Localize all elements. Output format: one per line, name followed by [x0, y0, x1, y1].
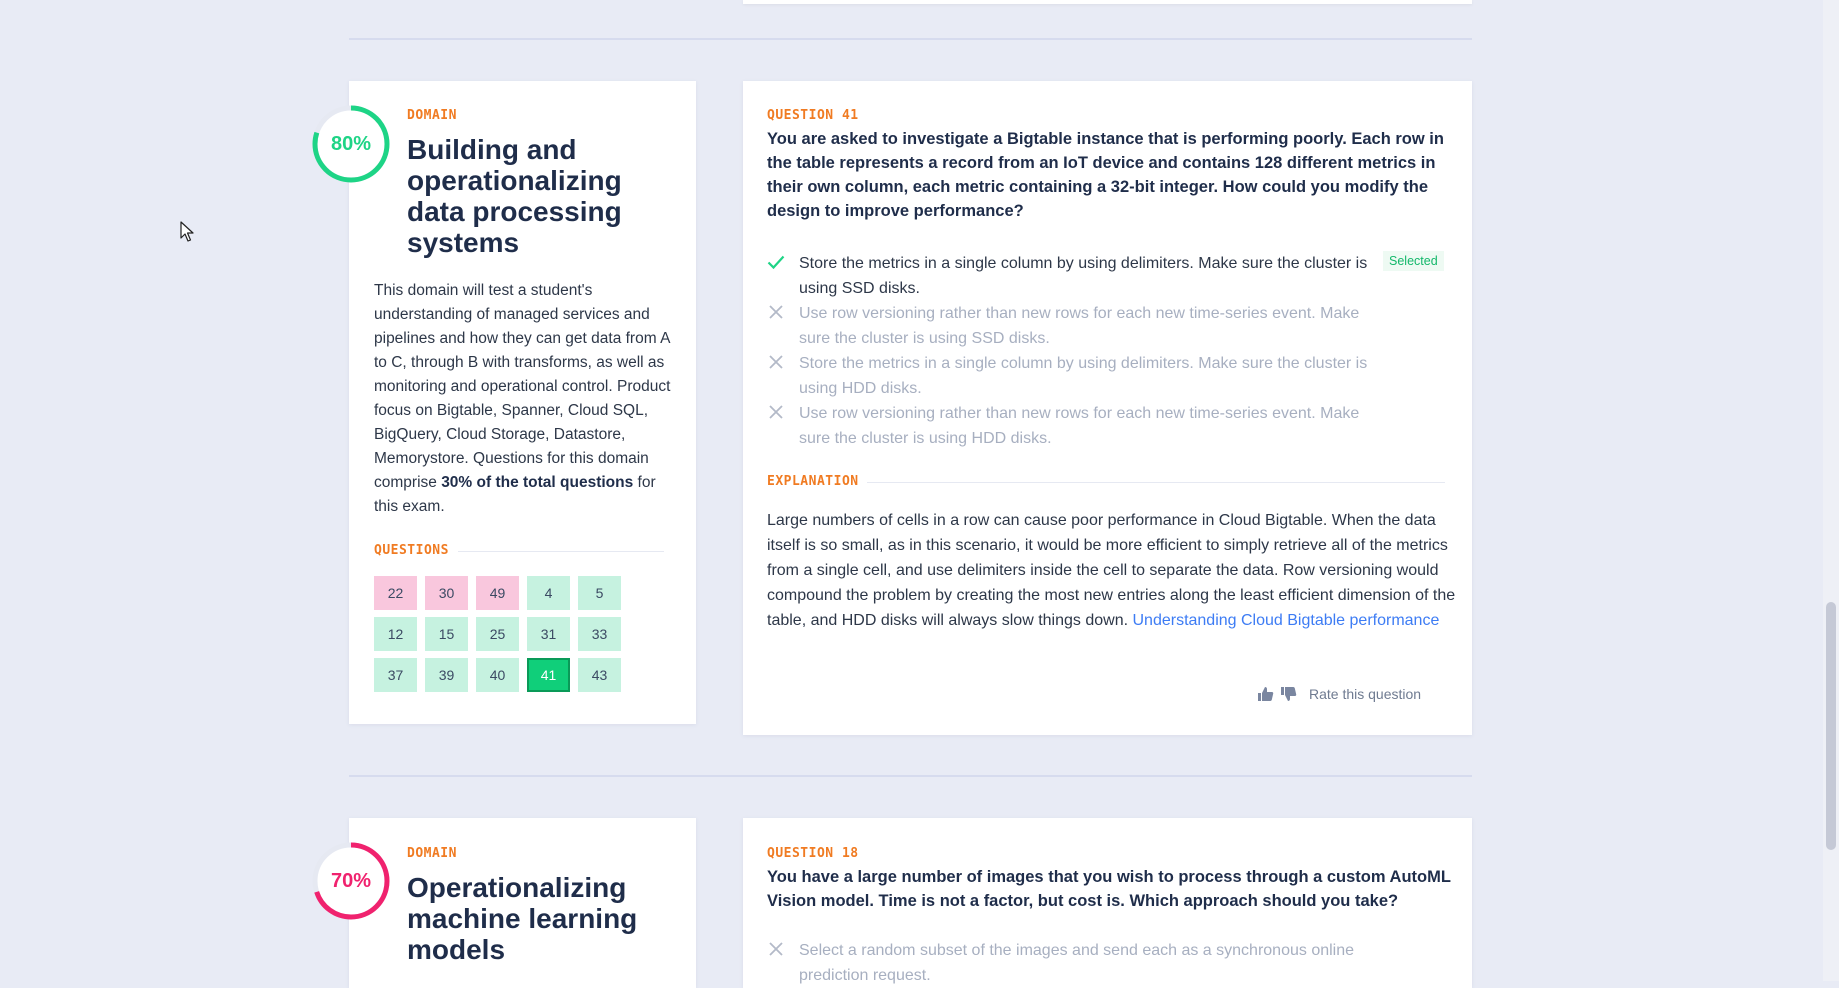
domain-score-ring: 70% — [311, 841, 391, 921]
question-nav-item[interactable]: 39 — [425, 658, 468, 692]
x-icon — [767, 303, 785, 321]
explanation-rule — [867, 482, 1445, 483]
domain-title: Building and operationalizing data proce… — [407, 134, 622, 258]
question-nav-item[interactable]: 41 — [527, 658, 570, 692]
answer-option-text: Use row versioning rather than new rows … — [799, 305, 1360, 347]
explanation-text: Large numbers of cells in a row can caus… — [767, 512, 1456, 629]
x-icon — [767, 353, 785, 371]
section-divider — [349, 38, 1472, 40]
question-nav-item[interactable]: 37 — [374, 658, 417, 692]
x-icon — [767, 940, 785, 958]
mouse-cursor-icon — [180, 221, 194, 242]
domain-description: This domain will test a student's unders… — [374, 282, 671, 515]
rate-question: Rate this question — [1257, 686, 1421, 702]
question-nav-item[interactable]: 40 — [476, 658, 519, 692]
answer-option-text: Use row versioning rather than new rows … — [799, 405, 1360, 447]
explanation-link[interactable]: Understanding Cloud Bigtable performance — [1132, 612, 1439, 629]
question-nav-item[interactable]: 31 — [527, 617, 570, 651]
previous-question-card-edge — [743, 0, 1472, 4]
answer-option-text: Store the metrics in a single column by … — [799, 355, 1368, 397]
answer-option[interactable]: Use row versioning rather than new rows … — [767, 301, 1367, 347]
answer-option[interactable]: Store the metrics in a single column by … — [767, 251, 1367, 297]
rate-question-label[interactable]: Rate this question — [1309, 686, 1421, 702]
question-nav-item[interactable]: 15 — [425, 617, 468, 651]
question-nav-item[interactable]: 43 — [578, 658, 621, 692]
question-navigator: 22 30 49 4 5 12 15 25 31 33 37 39 40 41 43 — [374, 576, 621, 692]
question-number: QUESTION 18 — [767, 846, 859, 861]
questions-label: QUESTIONS — [374, 543, 449, 558]
question-nav-item[interactable]: 30 — [425, 576, 468, 610]
question-number: QUESTION 41 — [767, 108, 859, 123]
question-text: You have a large number of images that y… — [767, 868, 1451, 910]
question-nav-item[interactable]: 12 — [374, 617, 417, 651]
domain-weight: 30% of the total questions — [441, 474, 634, 491]
domain-score-ring: 80% — [311, 104, 391, 184]
answer-option-text: Store the metrics in a single column by … — [799, 255, 1368, 297]
question-nav-item[interactable]: 22 — [374, 576, 417, 610]
x-icon — [767, 403, 785, 421]
domain-score-value: 70% — [330, 869, 372, 892]
question-nav-item[interactable]: 4 — [527, 576, 570, 610]
answer-option[interactable]: Store the metrics in a single column by … — [767, 351, 1367, 397]
domain-eyebrow: DOMAIN — [407, 108, 457, 123]
thumbs-down-icon[interactable] — [1280, 686, 1297, 702]
section-divider — [349, 775, 1472, 777]
check-icon — [767, 253, 785, 271]
questions-rule — [458, 551, 664, 552]
thumbs-up-icon[interactable] — [1257, 686, 1274, 702]
question-nav-item[interactable]: 49 — [476, 576, 519, 610]
question-text: You are asked to investigate a Bigtable … — [767, 130, 1444, 220]
question-nav-item[interactable]: 25 — [476, 617, 519, 651]
question-nav-item[interactable]: 5 — [578, 576, 621, 610]
domain-eyebrow: DOMAIN — [407, 846, 457, 861]
answer-option[interactable]: Select a random subset of the images and… — [767, 938, 1367, 984]
domain-title: Operationalizing machine learning models — [407, 872, 638, 965]
question-nav-item[interactable]: 33 — [578, 617, 621, 651]
scrollbar-thumb[interactable] — [1826, 602, 1836, 850]
selected-badge: Selected — [1383, 251, 1444, 271]
domain-score-value: 80% — [330, 132, 372, 155]
page-scrollbar[interactable] — [1823, 0, 1839, 981]
answer-option[interactable]: Use row versioning rather than new rows … — [767, 401, 1367, 447]
explanation-label: EXPLANATION — [767, 474, 859, 489]
